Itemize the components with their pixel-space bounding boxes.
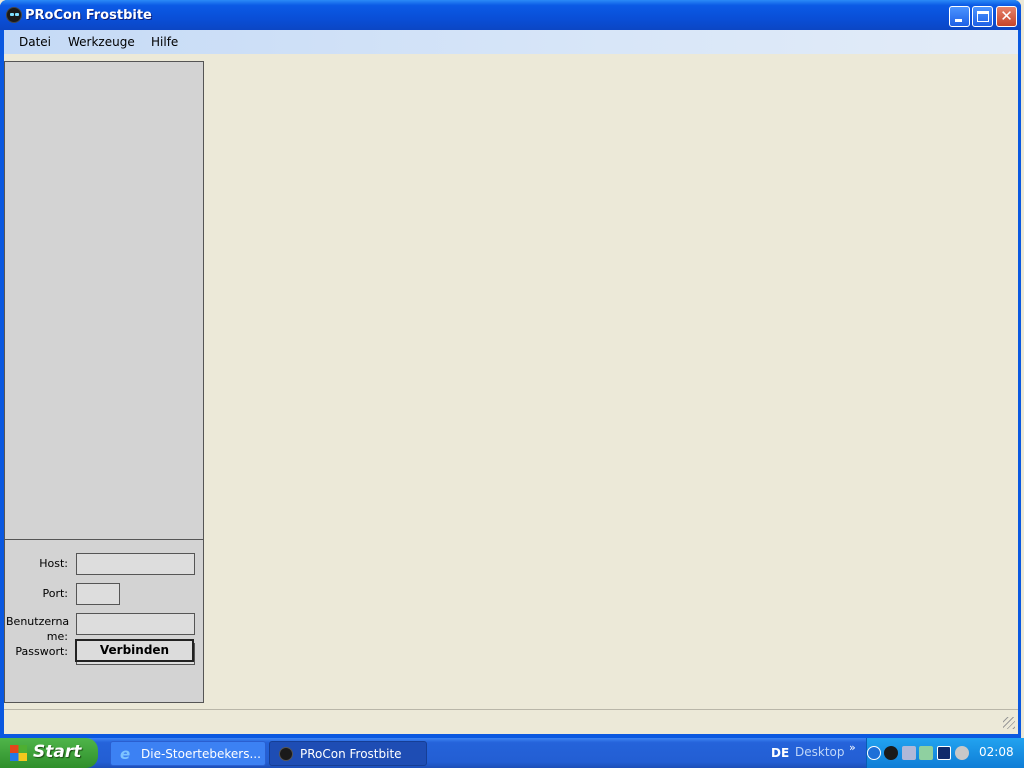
close-button[interactable]: ✕: [996, 6, 1017, 27]
username-input[interactable]: [76, 613, 195, 635]
taskbar-item-procon[interactable]: PRoCon Frostbite: [269, 741, 427, 766]
menu-datei[interactable]: Datei: [19, 35, 51, 49]
headset-icon[interactable]: [902, 746, 916, 760]
connection-panel: [4, 61, 204, 703]
panel-divider: [5, 539, 203, 540]
username-label-line2: me:: [46, 630, 68, 643]
username-label-line1: Benutzerna: [6, 615, 70, 628]
window-title: PRoCon Frostbite: [25, 8, 152, 23]
port-input[interactable]: [76, 583, 120, 605]
taskbar-item-label: Die-Stoertebekers...: [141, 747, 261, 761]
start-button[interactable]: Start: [0, 738, 98, 768]
host-label: Host:: [39, 557, 68, 570]
maximize-button[interactable]: [972, 6, 993, 27]
menu-bar: Datei Werkzeuge Hilfe: [4, 30, 1018, 54]
maximize-icon: [977, 11, 989, 22]
toolbar-chevron-icon[interactable]: »: [849, 741, 856, 754]
language-indicator[interactable]: DE: [771, 746, 789, 760]
menu-werkzeuge[interactable]: Werkzeuge: [68, 35, 135, 49]
taskbar-item-browser[interactable]: e Die-Stoertebekers...: [110, 741, 266, 766]
title-bar[interactable]: PRoCon Frostbite ✕: [0, 0, 1021, 30]
connect-button[interactable]: Verbinden: [75, 639, 194, 662]
menu-hilfe[interactable]: Hilfe: [151, 35, 178, 49]
desktop-toolbar-label[interactable]: Desktop: [795, 745, 845, 759]
app-window: PRoCon Frostbite ✕ Datei Werkzeuge Hilfe…: [0, 0, 1021, 738]
window-client-area: Datei Werkzeuge Hilfe Host: Port: Benutz…: [4, 30, 1018, 734]
procon-icon: [279, 747, 293, 761]
minimize-icon: [955, 19, 962, 22]
procon-tray-icon[interactable]: [884, 746, 898, 760]
taskbar: Start e Die-Stoertebekers... PRoCon Fros…: [0, 738, 1024, 768]
status-bar: [4, 709, 1018, 732]
taskbar-item-label: PRoCon Frostbite: [300, 747, 402, 761]
volume-icon[interactable]: [955, 746, 969, 760]
ie-icon: e: [120, 745, 131, 763]
app-tray-icon[interactable]: [937, 746, 951, 760]
resize-grip-icon[interactable]: [1003, 717, 1015, 729]
password-label: Passwort:: [15, 645, 68, 658]
system-tray: 02:08: [866, 738, 1024, 768]
minimize-button[interactable]: [949, 6, 970, 27]
procon-app-icon[interactable]: [6, 7, 22, 23]
start-label: Start: [33, 742, 82, 762]
close-icon: ✕: [1000, 7, 1013, 25]
clock[interactable]: 02:08: [979, 745, 1014, 759]
host-input[interactable]: [76, 553, 195, 575]
network-icon[interactable]: [919, 746, 933, 760]
port-label: Port:: [42, 587, 68, 600]
show-hidden-icons-icon[interactable]: [867, 746, 881, 760]
windows-logo-icon: [10, 745, 27, 761]
